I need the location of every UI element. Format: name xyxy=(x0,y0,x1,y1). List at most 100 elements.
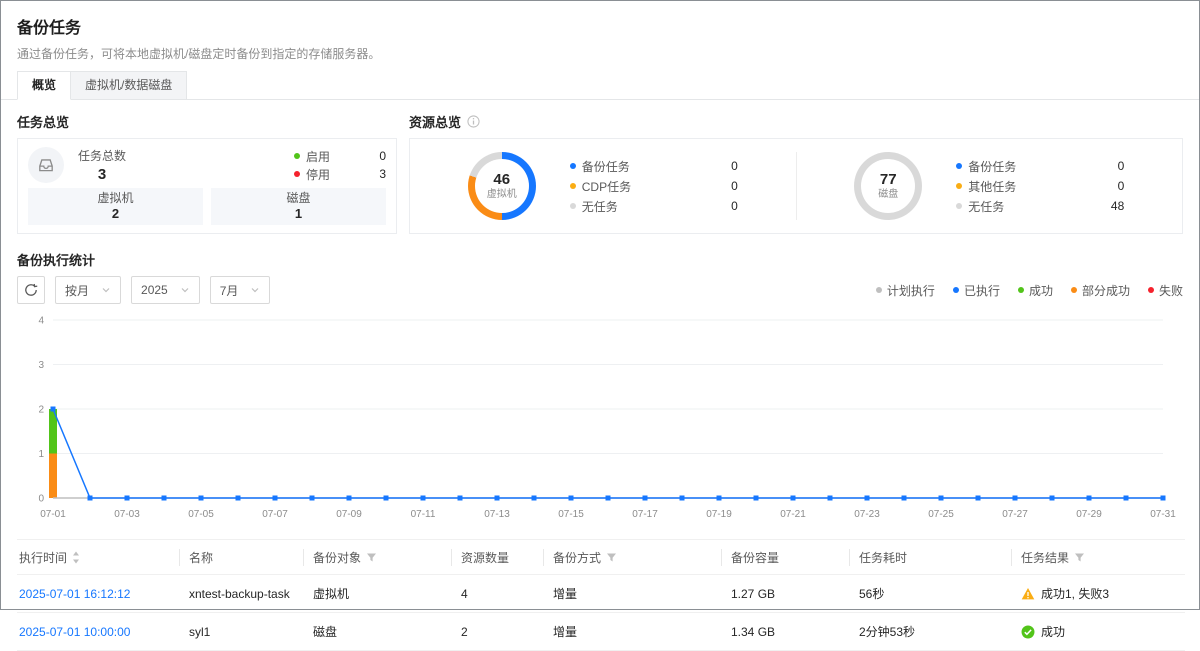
column-label: 备份容量 xyxy=(731,549,779,566)
legend-dot xyxy=(570,183,576,189)
svg-text:07-25: 07-25 xyxy=(928,509,954,520)
column-header-inner: 备份方式 xyxy=(543,549,721,566)
tab-vm-data-disks[interactable]: 虚拟机/数据磁盘 xyxy=(71,71,187,100)
execution-time-link[interactable]: 2025-07-01 10:00:00 xyxy=(17,613,179,651)
execution-time-link-text: 2025-07-01 10:00:00 xyxy=(19,625,130,639)
column-header-method[interactable]: 备份方式 xyxy=(543,540,721,575)
execution-time-link-text: 2025-07-01 16:12:12 xyxy=(19,587,130,601)
chart-legend-item[interactable]: 已执行 xyxy=(953,282,1000,299)
vm-donut-value: 46 xyxy=(493,171,510,188)
disk-count-card: 磁盘 1 xyxy=(211,188,386,225)
svg-text:4: 4 xyxy=(38,316,44,327)
filter-icon[interactable] xyxy=(1074,552,1085,563)
svg-text:07-29: 07-29 xyxy=(1076,509,1102,520)
chart-legend: 计划执行 已执行 成功 部分成功 失败 xyxy=(876,282,1183,299)
legend-item: 备份任务0 xyxy=(956,156,1124,176)
backup-method-cell: 增量 xyxy=(543,613,721,651)
tab-overview[interactable]: 概览 xyxy=(17,71,71,100)
chart-legend-item[interactable]: 失败 xyxy=(1148,282,1183,299)
page-title: 备份任务 xyxy=(17,14,1183,38)
year-select[interactable]: 2025 xyxy=(131,276,200,304)
column-header-object[interactable]: 备份对象 xyxy=(303,540,451,575)
legend-label: 计划执行 xyxy=(887,282,935,299)
svg-text:07-17: 07-17 xyxy=(632,509,658,520)
legend-value: 0 xyxy=(731,159,738,173)
legend-dot xyxy=(1071,287,1077,293)
column-header-inner: 名称 xyxy=(179,549,303,566)
month-select-value: 7月 xyxy=(220,282,239,299)
task-result: 成功 xyxy=(1021,623,1185,640)
backup-capacity-cell: 1.34 GB xyxy=(721,613,849,651)
task-overview-bottom: 虚拟机 2 磁盘 1 xyxy=(28,188,386,225)
enabled-label: 启用 xyxy=(306,148,330,165)
task-overview-section: 任务总览 任务总数 3 启用 0 xyxy=(17,112,397,234)
execution-time-link[interactable]: 2025-07-01 16:12:12 xyxy=(17,575,179,613)
legend-dot xyxy=(570,203,576,209)
task-name-cell: syl1 xyxy=(179,613,303,651)
backup-method-cell: 增量 xyxy=(543,575,721,613)
column-header-duration: 任务耗时 xyxy=(849,540,1011,575)
resource-overview-title: 资源总览 xyxy=(409,112,1183,130)
legend-value: 0 xyxy=(1118,159,1125,173)
resource-count-cell: 4 xyxy=(451,575,543,613)
column-header-inner: 资源数量 xyxy=(451,549,543,566)
stats-toolbar: 按月 2025 7月 计划执行 已执行 成功 部分成功 失败 xyxy=(17,276,1183,304)
chart-legend-item[interactable]: 计划执行 xyxy=(876,282,935,299)
chart-legend-item[interactable]: 成功 xyxy=(1018,282,1053,299)
legend-value: 0 xyxy=(731,199,738,213)
vm-donut-group: 46 虚拟机 备份任务0CDP任务0无任务0 xyxy=(410,152,796,220)
legend-dot xyxy=(570,163,576,169)
enabled-value: 0 xyxy=(379,149,386,163)
month-select[interactable]: 7月 xyxy=(210,276,271,304)
success-icon xyxy=(1021,625,1035,639)
task-result-cell: 成功 xyxy=(1011,613,1185,651)
resource-overview-section: 资源总览 46 虚拟机 备份任务0CDP任务0无任务0 xyxy=(409,112,1183,234)
disk-donut-group: 77 磁盘 备份任务0其他任务0无任务48 xyxy=(797,152,1183,220)
result-text: 成功1, 失败3 xyxy=(1041,585,1109,602)
column-header-inner: 备份对象 xyxy=(303,549,451,566)
column-header-time[interactable]: 执行时间 xyxy=(17,540,179,575)
chevron-down-icon xyxy=(180,285,190,295)
status-enabled-row: 启用 0 xyxy=(294,147,386,165)
column-header-count: 资源数量 xyxy=(451,540,543,575)
svg-text:07-23: 07-23 xyxy=(854,509,880,520)
vm-donut-label: 虚拟机 xyxy=(487,188,517,201)
vm-donut-chart: 46 虚拟机 xyxy=(468,152,536,220)
column-header-name: 名称 xyxy=(179,540,303,575)
table-header: 执行时间 名称 备份对象资源数量 备份方式备份容量 任务耗时任务结果 xyxy=(17,540,1185,575)
overview-row: 任务总览 任务总数 3 启用 0 xyxy=(17,112,1183,234)
resource-count-cell: 2 xyxy=(451,613,543,651)
refresh-button[interactable] xyxy=(17,276,45,304)
column-label: 执行时间 xyxy=(19,549,67,566)
disk-donut-center: 77 磁盘 xyxy=(861,159,915,213)
tasks-inbox-icon xyxy=(28,147,64,183)
svg-text:07-01: 07-01 xyxy=(40,509,66,520)
svg-text:07-13: 07-13 xyxy=(484,509,510,520)
backup-stats-chart: 0123407-0107-0307-0507-0707-0907-1107-13… xyxy=(17,308,1185,526)
backup-stats-section: 备份执行统计 按月 2025 7月 xyxy=(17,250,1183,529)
filter-icon[interactable] xyxy=(366,552,377,563)
legend-dot xyxy=(1018,287,1024,293)
column-label: 名称 xyxy=(189,549,213,566)
column-header-result[interactable]: 任务结果 xyxy=(1011,540,1185,575)
legend-label: 无任务 xyxy=(968,198,1004,215)
task-overview-title: 任务总览 xyxy=(17,112,397,130)
legend-dot xyxy=(956,183,962,189)
chart-legend-item[interactable]: 部分成功 xyxy=(1071,282,1130,299)
svg-text:1: 1 xyxy=(38,449,44,460)
disk-count-label: 磁盘 xyxy=(211,191,386,206)
column-header-inner: 任务结果 xyxy=(1011,549,1185,566)
period-select[interactable]: 按月 xyxy=(55,276,121,304)
column-label: 资源数量 xyxy=(461,549,509,566)
table-row: 2025-07-01 16:12:12xntest-backup-task虚拟机… xyxy=(17,575,1185,613)
sort-icon[interactable] xyxy=(72,551,80,564)
filter-icon[interactable] xyxy=(606,552,617,563)
svg-text:07-05: 07-05 xyxy=(188,509,214,520)
vm-count-card: 虚拟机 2 xyxy=(28,188,203,225)
legend-label: 失败 xyxy=(1159,282,1183,299)
legend-dot xyxy=(953,287,959,293)
info-icon[interactable] xyxy=(467,115,480,128)
svg-text:0: 0 xyxy=(38,494,44,505)
svg-text:2: 2 xyxy=(38,405,44,416)
legend-item: 无任务48 xyxy=(956,196,1124,216)
